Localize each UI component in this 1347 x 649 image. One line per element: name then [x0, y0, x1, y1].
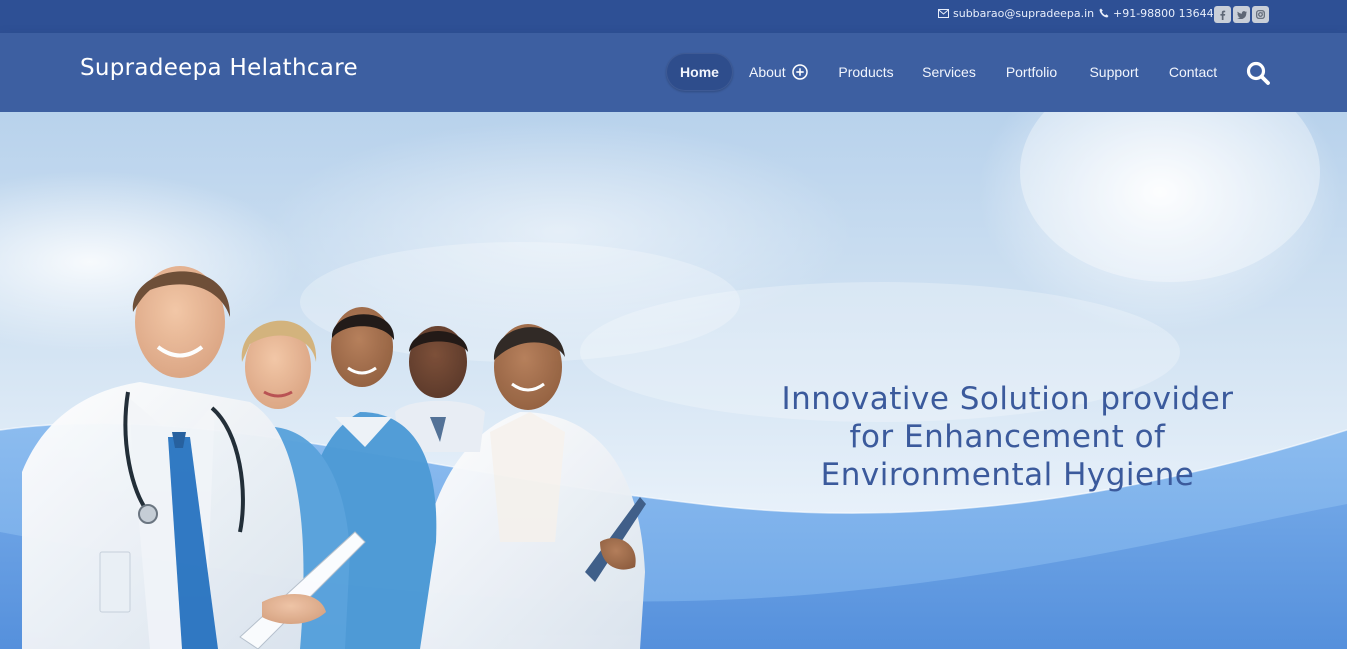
contact-phone[interactable]: +91-98800 13644 — [1099, 6, 1214, 20]
nav-services[interactable]: Services — [921, 55, 977, 89]
search-icon[interactable] — [1245, 60, 1271, 86]
nav-products[interactable]: Products — [836, 55, 896, 89]
hero-banner: Innovative Solution provider for Enhance… — [0, 112, 1347, 649]
contact-email-text[interactable]: subbarao@supradeepa.in — [953, 7, 1094, 20]
contact-email[interactable]: subbarao@supradeepa.in — [938, 6, 1094, 20]
nav-portfolio[interactable]: Portfolio — [1003, 55, 1060, 89]
hero-headline: Innovative Solution provider for Enhance… — [760, 380, 1255, 494]
phone-icon — [1099, 8, 1109, 18]
nav-support[interactable]: Support — [1086, 55, 1142, 89]
hero-headline-line-2: for Enhancement of — [849, 419, 1166, 455]
instagram-icon[interactable] — [1252, 6, 1269, 23]
nav-about[interactable]: About — [749, 55, 819, 89]
twitter-icon[interactable] — [1233, 6, 1250, 23]
main-header: Supradeepa Helathcare Home About Product… — [0, 33, 1347, 112]
nav-about-label: About — [749, 64, 786, 80]
nav-contact[interactable]: Contact — [1167, 55, 1219, 89]
top-contact-bar: subbarao@supradeepa.in +91-98800 13644 — [0, 0, 1347, 33]
nav-home[interactable]: Home — [666, 53, 733, 91]
envelope-icon — [938, 8, 949, 18]
facebook-icon[interactable] — [1214, 6, 1231, 23]
site-logo-text[interactable]: Supradeepa Helathcare — [80, 55, 358, 81]
contact-phone-text[interactable]: +91-98800 13644 — [1113, 7, 1214, 20]
hero-headline-line-1: Innovative Solution provider — [781, 381, 1234, 417]
hero-headline-line-3: Environmental Hygiene — [820, 457, 1195, 493]
plus-circle-icon[interactable] — [791, 64, 808, 80]
